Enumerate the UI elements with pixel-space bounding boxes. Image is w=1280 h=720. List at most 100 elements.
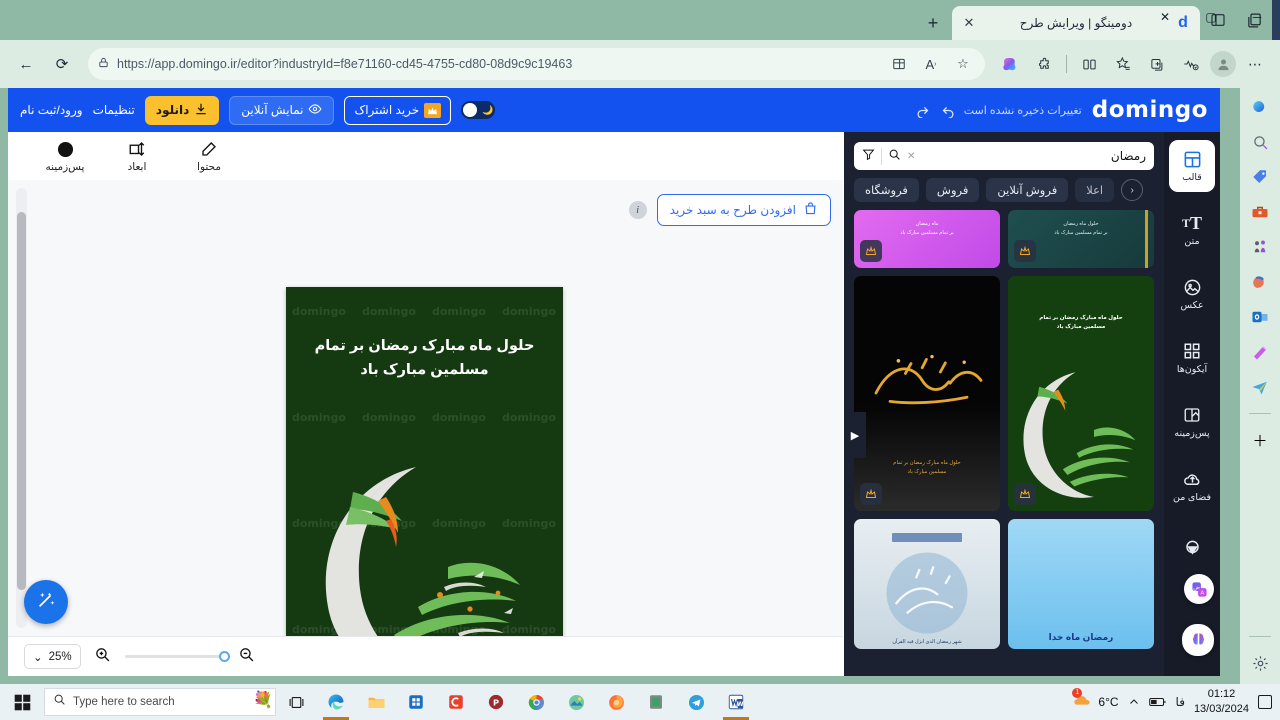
chip-elaa[interactable]: اعلا (1075, 178, 1115, 202)
taskbar-app-word[interactable]: W (716, 684, 756, 720)
info-icon[interactable]: i (628, 201, 647, 219)
favorites-icon[interactable] (1108, 49, 1138, 79)
edge-sidebar: ＋ (1240, 88, 1280, 684)
rail-item-background[interactable]: پس‌زمینه (1169, 396, 1215, 448)
taskbar-app-telegram[interactable] (676, 684, 716, 720)
outlook-icon[interactable] (1247, 304, 1273, 330)
search-icon[interactable] (1247, 129, 1273, 155)
zoom-level-select[interactable]: ⌄ 25% (24, 644, 81, 669)
language-indicator[interactable]: فا (1176, 695, 1185, 709)
zoom-in-icon[interactable] (93, 646, 113, 667)
tool-content[interactable]: محتوا (186, 139, 232, 173)
settings-gear-icon[interactable] (1247, 650, 1273, 676)
ai-brain-fab-icon[interactable] (1182, 624, 1214, 656)
undo-icon[interactable] (938, 99, 960, 121)
zoom-slider-knob[interactable] (218, 651, 230, 662)
scrollbar-thumb[interactable] (17, 212, 26, 590)
weather-widget[interactable]: 1 6°C (1072, 688, 1119, 712)
taskbar-app-chrome[interactable] (516, 684, 556, 720)
browser-essentials-icon[interactable] (1176, 49, 1206, 79)
template-card[interactable]: ماه رمضان بر تمام مسلمین مبارک باد (854, 210, 1000, 268)
taskbar-clock[interactable]: 01:12 13/03/2024 (1194, 687, 1249, 717)
taskbar-search-box[interactable]: Type here to search 💐 (44, 688, 276, 716)
battery-icon[interactable] (1148, 696, 1167, 708)
read-aloud-icon[interactable]: A › (919, 52, 943, 76)
template-card[interactable]: حلول ماه مبارک رمضان بر تمام مسلمین مبار… (854, 276, 1000, 511)
rail-item-text[interactable]: TT متن (1169, 204, 1215, 256)
download-button[interactable]: دانلود (144, 95, 220, 125)
search-input[interactable]: رمضان (921, 149, 1146, 163)
settings-more-icon[interactable]: ⋯ (1240, 49, 1270, 79)
rail-item-image[interactable]: عکس (1169, 268, 1215, 320)
extensions-icon[interactable] (1029, 49, 1059, 79)
chips-prev-button[interactable]: ‹ (1121, 179, 1144, 201)
windows-start-icon[interactable] (0, 684, 44, 720)
buy-subscription-button[interactable]: خرید اشتراک (344, 95, 452, 125)
rail-item-template[interactable]: قالب (1169, 140, 1215, 192)
chip-online-sales[interactable]: فروش آنلاین (986, 178, 1069, 202)
template-card[interactable]: حلول ماه مبارک رمضان بر تمام مسلمین مبار… (1008, 276, 1154, 511)
telegram-icon[interactable] (1247, 374, 1273, 400)
search-icon[interactable] (888, 148, 901, 164)
taskbar-app-notepad[interactable] (636, 684, 676, 720)
rail-item-extra[interactable] (1169, 524, 1215, 576)
chevron-up-icon[interactable] (1128, 696, 1140, 708)
taskbar-app-camtasia[interactable] (436, 684, 476, 720)
zoom-slider[interactable] (124, 651, 230, 662)
split-screen-toolbar-icon[interactable] (1074, 49, 1104, 79)
rail-item-icons[interactable]: آیکون‌ها (1169, 332, 1215, 384)
profile-icon[interactable] (1210, 51, 1236, 77)
office-icon[interactable] (1247, 269, 1273, 295)
split-view-icon[interactable] (887, 52, 911, 76)
task-view-icon[interactable] (276, 684, 316, 720)
taskbar-app-photo-viewer[interactable] (556, 684, 596, 720)
taskbar-app-edge[interactable] (316, 684, 356, 720)
app-logo[interactable]: domingo (1092, 97, 1208, 123)
dark-mode-toggle[interactable]: 🌙 (461, 101, 496, 119)
new-tab-button[interactable]: + (918, 8, 948, 38)
clear-icon[interactable]: ✕ (907, 151, 915, 162)
magic-wand-button[interactable] (24, 580, 68, 624)
tool-dimensions[interactable]: ابعاد (114, 139, 160, 173)
address-bar[interactable]: https://app.domingo.ir/editor?industryId… (88, 48, 985, 80)
rail-item-my-space[interactable]: فضای من (1169, 460, 1215, 512)
favorite-star-icon[interactable]: ☆ (951, 52, 975, 76)
template-search-box[interactable]: ✕ رمضان (854, 142, 1154, 170)
taskbar-app-potplayer[interactable]: P (476, 684, 516, 720)
chip-sales[interactable]: فروش (925, 178, 980, 202)
notification-icon[interactable] (1258, 695, 1272, 709)
copilot-icon[interactable] (1247, 94, 1273, 120)
copilot-icon[interactable] (995, 49, 1025, 79)
collections-icon[interactable] (1142, 49, 1172, 79)
tools-icon[interactable] (1247, 199, 1273, 225)
taskbar-app-firefox[interactable] (596, 684, 636, 720)
window-minimize-button[interactable]: ─ (1234, 0, 1280, 34)
redo-icon[interactable] (912, 99, 934, 121)
template-card[interactable]: حلول ماه رمضان بر تمام مسلمین مبارک باد (1008, 210, 1154, 268)
zoom-out-icon[interactable] (237, 646, 257, 667)
add-to-cart-button[interactable]: افزودن طرح به سبد خرید (656, 194, 831, 226)
games-icon[interactable] (1247, 234, 1273, 260)
back-button[interactable]: ← (10, 48, 42, 80)
filter-icon[interactable] (862, 148, 875, 164)
tab-close-icon[interactable]: ✕ (960, 14, 978, 32)
add-icon[interactable]: ＋ (1247, 427, 1273, 453)
login-register-link[interactable]: ورود/ثبت نام (20, 103, 83, 117)
template-card[interactable]: شهر رمضان الذی انزل فیه القرآن (854, 519, 1000, 649)
online-preview-button[interactable]: نمایش آنلاین (229, 95, 335, 125)
refresh-button[interactable]: ⟳ (46, 48, 78, 80)
chip-store[interactable]: فروشگاه (854, 178, 919, 202)
taskbar-app-microsoft-store[interactable] (396, 684, 436, 720)
panel-collapse-handle[interactable]: ▶ (844, 412, 866, 458)
design-artboard[interactable]: domingo domingo domingo domingo domingo … (286, 287, 563, 676)
settings-link[interactable]: تنظیمات (93, 103, 135, 117)
template-card[interactable]: رمضان ماه خدا (1008, 519, 1154, 649)
shopping-icon[interactable] (1247, 164, 1273, 190)
taskbar-app-file-explorer[interactable] (356, 684, 396, 720)
translate-fab-icon[interactable]: ض A (1184, 574, 1214, 604)
window-close-button[interactable]: ✕ (1142, 0, 1188, 34)
tool-background[interactable]: پس‌زمینه (42, 139, 88, 173)
image-creator-icon[interactable] (1247, 339, 1273, 365)
canvas-scrollbar[interactable] (16, 188, 27, 628)
window-maximize-button[interactable]: ▢ (1188, 0, 1234, 34)
